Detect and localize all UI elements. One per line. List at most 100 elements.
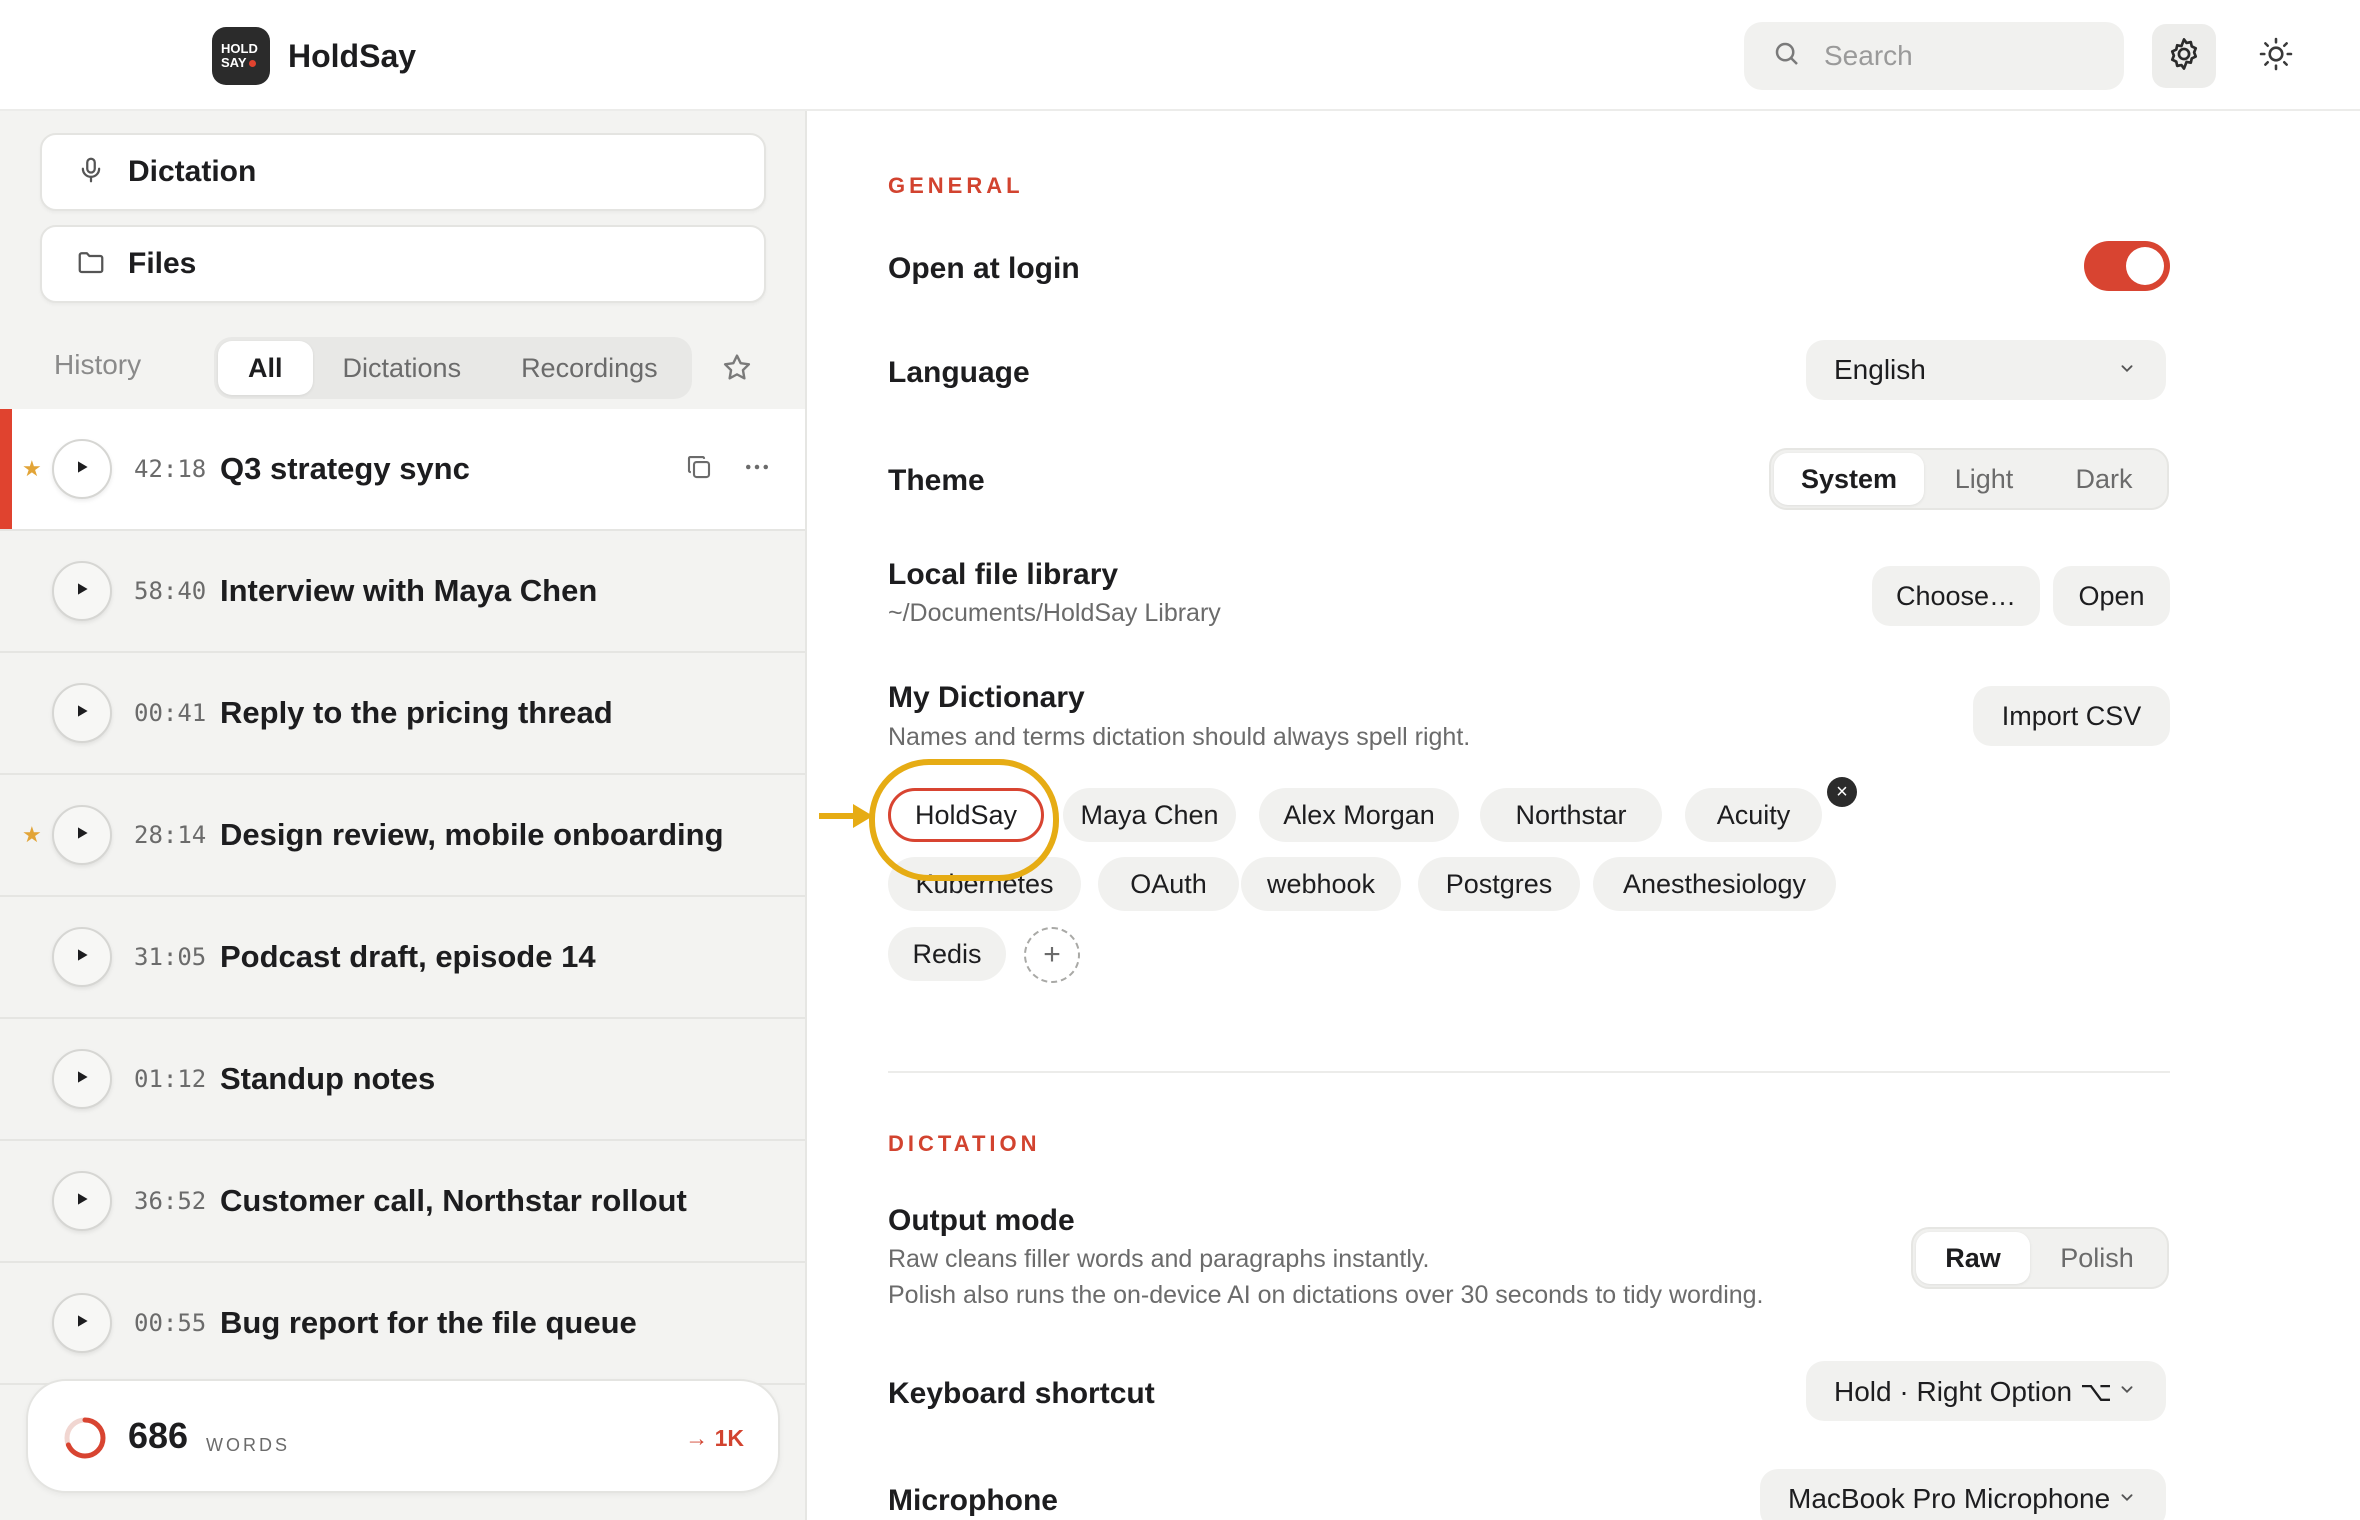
list-item[interactable]: ★ 28:14 Design review, mobile onboarding	[0, 775, 805, 897]
theme-option-light[interactable]: Light	[1924, 453, 2044, 505]
language-value: English	[1834, 354, 1926, 385]
star-filter-icon[interactable]	[720, 351, 754, 390]
play-button[interactable]	[52, 683, 112, 743]
play-icon	[74, 947, 90, 968]
history-list: ★ 42:18 Q3 strategy sync 58:40 Interview…	[0, 409, 805, 1385]
nav-dictation[interactable]: Dictation	[40, 133, 766, 211]
output-mode-segmented-control: Raw Polish	[1911, 1227, 2169, 1289]
list-item[interactable]: 00:41 Reply to the pricing thread	[0, 653, 805, 775]
settings-button[interactable]	[2152, 24, 2216, 88]
play-icon	[74, 703, 90, 724]
dictionary-chip[interactable]: Northstar	[1480, 788, 1662, 842]
play-button[interactable]	[52, 439, 112, 499]
play-button[interactable]	[52, 561, 112, 621]
theme-toggle-button[interactable]	[2244, 24, 2308, 88]
play-icon	[74, 825, 90, 846]
search-input[interactable]	[1824, 40, 2104, 72]
theme-option-system[interactable]: System	[1774, 453, 1924, 505]
item-title: Podcast draft, episode 14	[220, 939, 596, 974]
language-label: Language	[888, 356, 1030, 389]
dictionary-chip[interactable]: Maya Chen	[1063, 788, 1236, 842]
nav-dictation-label: Dictation	[128, 155, 257, 188]
microphone-label: Microphone	[888, 1484, 1058, 1517]
filter-all[interactable]: All	[218, 341, 313, 395]
shortcut-select[interactable]: Hold · Right Option ⌥	[1806, 1361, 2166, 1421]
microphone-select[interactable]: MacBook Pro Microphone	[1760, 1469, 2166, 1520]
item-title: Customer call, Northstar rollout	[220, 1183, 687, 1218]
play-icon	[74, 1191, 90, 1212]
chevron-down-icon	[2116, 354, 2138, 386]
filter-dictations[interactable]: Dictations	[313, 341, 492, 395]
play-button[interactable]	[52, 1293, 112, 1353]
dictionary-chip[interactable]: webhook	[1241, 857, 1401, 911]
play-icon	[74, 1313, 90, 1334]
library-path: ~/Documents/HoldSay Library	[888, 599, 1221, 627]
add-term-button[interactable]: +	[1024, 927, 1080, 983]
dictionary-chip[interactable]: OAuth	[1098, 857, 1239, 911]
output-mode-label: Output mode	[888, 1204, 1075, 1237]
open-library-button[interactable]: Open	[2053, 566, 2170, 626]
dictionary-chip[interactable]: Alex Morgan	[1259, 788, 1459, 842]
theme-label: Theme	[888, 464, 985, 497]
section-divider	[888, 1071, 2170, 1073]
dictionary-chip[interactable]: Postgres	[1418, 857, 1580, 911]
library-label: Local file library	[888, 558, 1119, 591]
play-button[interactable]	[52, 1171, 112, 1231]
chevron-down-icon	[2116, 1483, 2138, 1515]
folder-icon	[76, 247, 106, 282]
import-csv-button[interactable]: Import CSV	[1973, 686, 2170, 746]
choose-library-button[interactable]: Choose…	[1872, 566, 2040, 626]
copy-icon[interactable]	[684, 452, 714, 487]
list-item[interactable]: 58:40 Interview with Maya Chen	[0, 531, 805, 653]
nav-files[interactable]: Files	[40, 225, 766, 303]
language-select[interactable]: English	[1806, 340, 2166, 400]
word-progress-ring	[64, 1417, 106, 1459]
item-title: Standup notes	[220, 1061, 436, 1096]
item-duration: 36:52	[134, 1187, 207, 1215]
output-mode-polish[interactable]: Polish	[2030, 1232, 2164, 1284]
theme-option-dark[interactable]: Dark	[2044, 453, 2164, 505]
app-logo: HOLD SAY	[212, 27, 270, 85]
settings-panel: GENERAL Open at login Language English T…	[807, 111, 2360, 1520]
dictionary-chip[interactable]: Anesthesiology	[1593, 857, 1836, 911]
item-duration: 58:40	[134, 577, 207, 605]
list-item[interactable]: 36:52 Customer call, Northstar rollout	[0, 1141, 805, 1263]
open-at-login-toggle[interactable]	[2084, 241, 2170, 291]
section-general-label: GENERAL	[888, 173, 1024, 198]
play-icon	[74, 459, 90, 480]
item-title: Bug report for the file queue	[220, 1305, 637, 1340]
play-button[interactable]	[52, 805, 112, 865]
remove-chip-icon[interactable]: ×	[1827, 777, 1857, 807]
item-title: Q3 strategy sync	[220, 451, 470, 486]
list-item[interactable]: 00:55 Bug report for the file queue	[0, 1263, 805, 1385]
logo-text-line2: SAY	[221, 56, 270, 70]
shortcut-value: Hold · Right Option ⌥	[1834, 1375, 2113, 1407]
dictionary-subtitle: Names and terms dictation should always …	[888, 723, 1471, 751]
section-dictation-label: DICTATION	[888, 1131, 1041, 1156]
output-mode-desc-line2: Polish also runs the on-device AI on dic…	[888, 1281, 1764, 1309]
filter-recordings[interactable]: Recordings	[491, 341, 688, 395]
list-item[interactable]: ★ 42:18 Q3 strategy sync	[0, 409, 805, 531]
row-actions	[684, 452, 772, 487]
item-duration: 00:55	[134, 1309, 207, 1337]
app-name: HoldSay	[288, 38, 417, 74]
nav-files-label: Files	[128, 247, 197, 280]
dictionary-chip[interactable]: Redis	[888, 927, 1006, 981]
dictionary-chip[interactable]: Acuity	[1685, 788, 1822, 842]
search-icon	[1772, 39, 1802, 74]
play-button[interactable]	[52, 1049, 112, 1109]
star-filled-icon: ★	[22, 456, 42, 481]
search-box[interactable]	[1744, 22, 2124, 90]
output-mode-raw[interactable]: Raw	[1916, 1232, 2030, 1284]
highlight-ring	[869, 759, 1059, 881]
microphone-value: MacBook Pro Microphone	[1788, 1483, 2111, 1514]
more-icon[interactable]	[742, 452, 772, 487]
list-item[interactable]: 01:12 Standup notes	[0, 1019, 805, 1141]
word-goal: → 1K	[685, 1425, 744, 1451]
output-mode-desc-line1: Raw cleans filler words and paragraphs i…	[888, 1245, 1430, 1273]
play-button[interactable]	[52, 927, 112, 987]
play-icon	[74, 1069, 90, 1090]
list-item[interactable]: 31:05 Podcast draft, episode 14	[0, 897, 805, 1019]
item-title: Interview with Maya Chen	[220, 573, 598, 608]
word-count: 686	[128, 1415, 189, 1456]
